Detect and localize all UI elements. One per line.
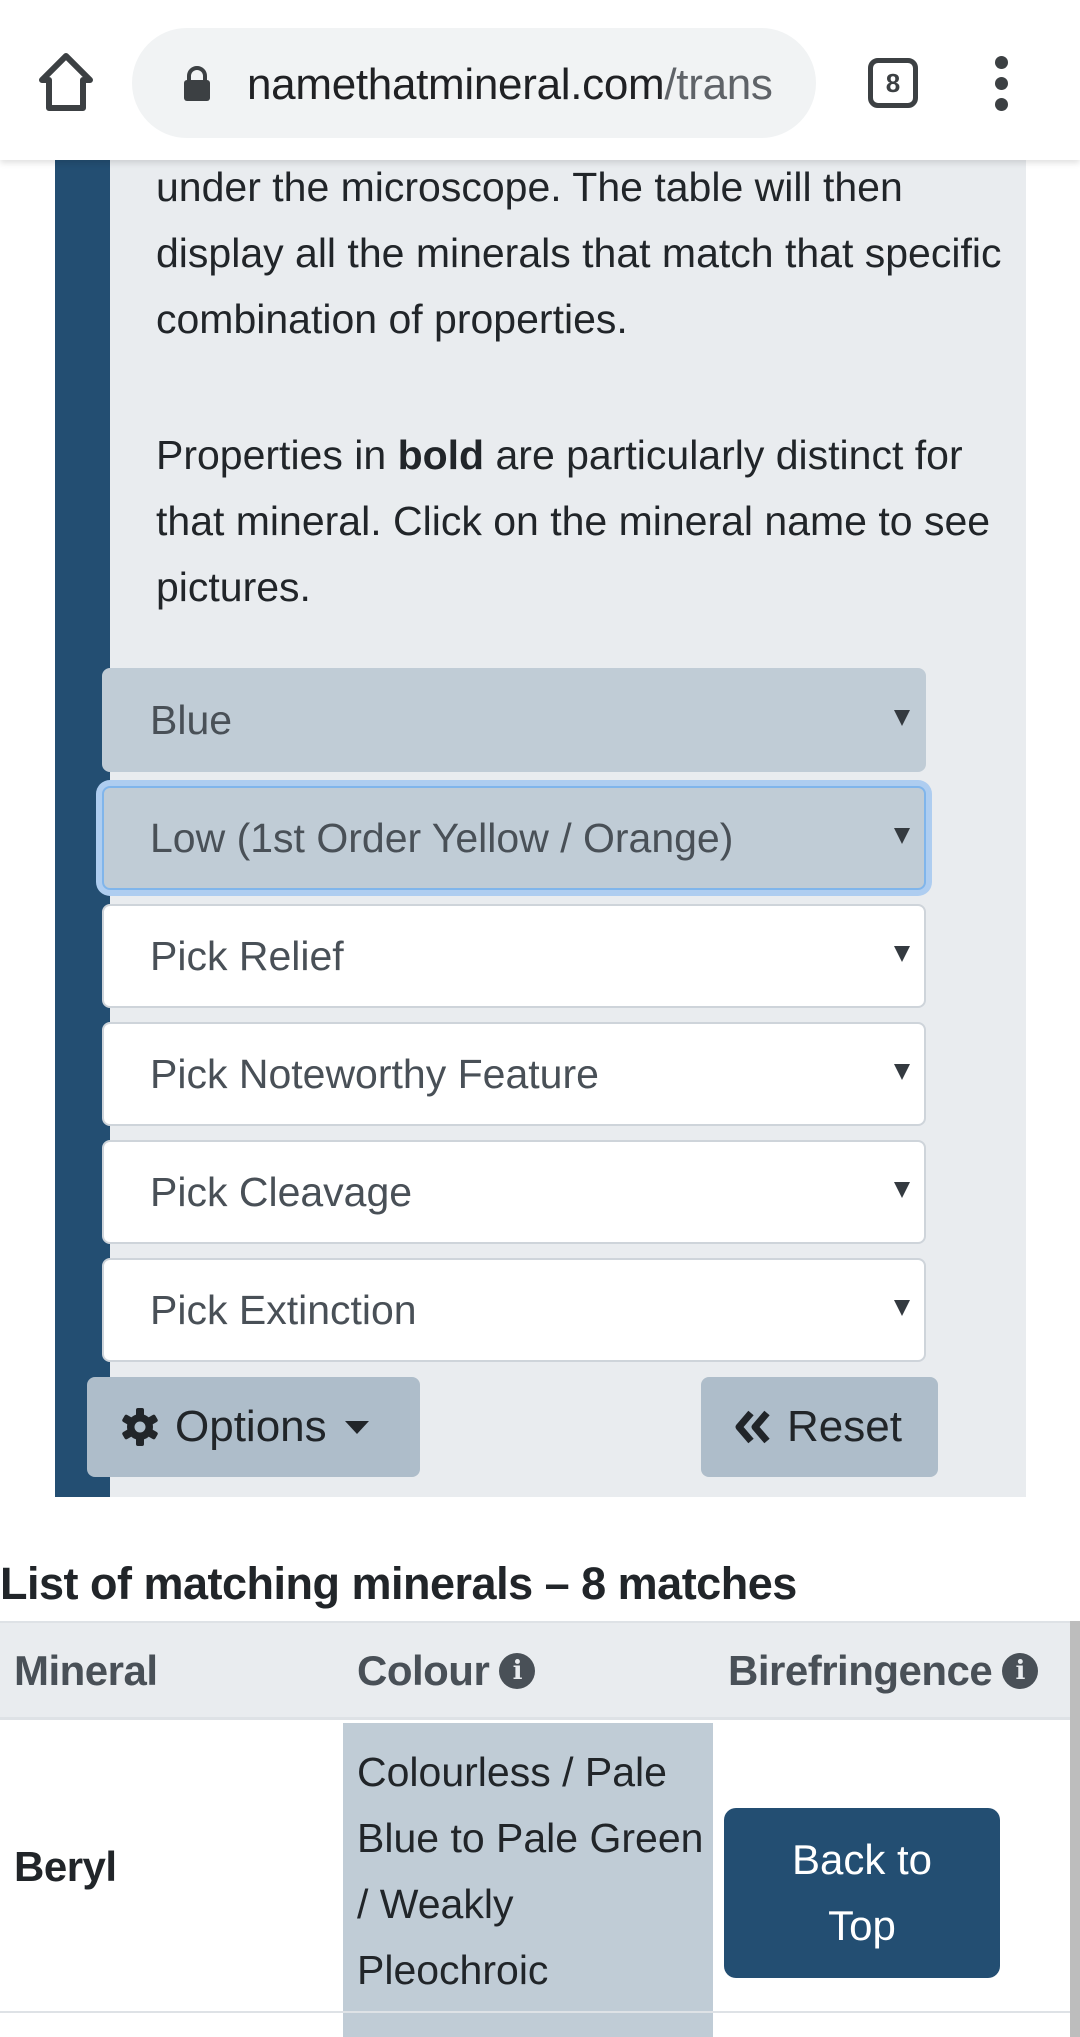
relief-select[interactable]: Pick Relief [102,904,926,1008]
home-button[interactable] [36,50,96,116]
caret-down-icon [344,1420,369,1434]
caret-down-icon [894,946,910,962]
home-icon [39,53,93,111]
colour-select-value: Blue [150,696,233,743]
column-header-colour[interactable]: Colour i [357,1647,536,1695]
bold-word: bold [397,432,485,478]
table-header: Mineral Colour i Birefringence i [0,1623,1070,1720]
caret-down-icon [894,828,910,844]
noteworthy-feature-select[interactable]: Pick Noteworthy Feature [102,1022,926,1126]
reset-label: Reset [787,1402,902,1451]
mineral-name-link[interactable]: Beryl [14,1843,117,1891]
birefringence-select[interactable]: Low (1st Order Yellow / Orange) [102,786,926,890]
results-heading: List of matching minerals – 8 matches [0,1558,797,1609]
caret-down-icon [894,710,910,726]
cleavage-select-value: Pick Cleavage [150,1168,413,1215]
double-chevron-left-icon [735,1410,770,1444]
cleavage-select[interactable]: Pick Cleavage [102,1140,926,1244]
extinction-select-value: Pick Extinction [150,1286,417,1333]
tab-switcher-button[interactable]: 8 [868,58,918,108]
back-to-top-button[interactable]: Back to Top [724,1808,1000,1978]
relief-select-value: Pick Relief [150,932,344,979]
birefringence-select-value: Low (1st Order Yellow / Orange) [150,814,734,861]
lock-icon [184,66,210,101]
caret-down-icon [894,1064,910,1080]
bold-note-paragraph: Properties in bold are particularly dist… [156,432,991,610]
options-button[interactable]: Options [87,1377,420,1477]
column-header-mineral[interactable]: Mineral [14,1647,158,1695]
info-icon[interactable]: i [1002,1653,1039,1689]
info-icon[interactable]: i [499,1653,536,1689]
noteworthy-feature-select-value: Pick Noteworthy Feature [150,1050,599,1097]
url-text: namethatmineral.com/trans [247,60,773,109]
kebab-dot [994,77,1008,90]
address-bar[interactable]: namethatmineral.com/trans [132,28,816,138]
reset-button[interactable]: Reset [701,1377,938,1477]
colour-select[interactable]: Blue [102,668,926,772]
table-scrollbar[interactable] [1070,1621,1080,2037]
column-header-birefringence[interactable]: Birefringence i [728,1647,1039,1695]
kebab-dot [994,98,1008,111]
caret-down-icon [894,1182,910,1198]
options-label: Options [175,1402,327,1451]
gear-icon [122,1408,158,1446]
browser-toolbar: namethatmineral.com/trans 8 [0,0,1080,160]
extinction-select[interactable]: Pick Extinction [102,1258,926,1362]
caret-down-icon [894,1300,910,1316]
kebab-dot [994,56,1008,69]
more-menu-button[interactable] [986,56,1016,112]
tab-count: 8 [885,67,901,98]
